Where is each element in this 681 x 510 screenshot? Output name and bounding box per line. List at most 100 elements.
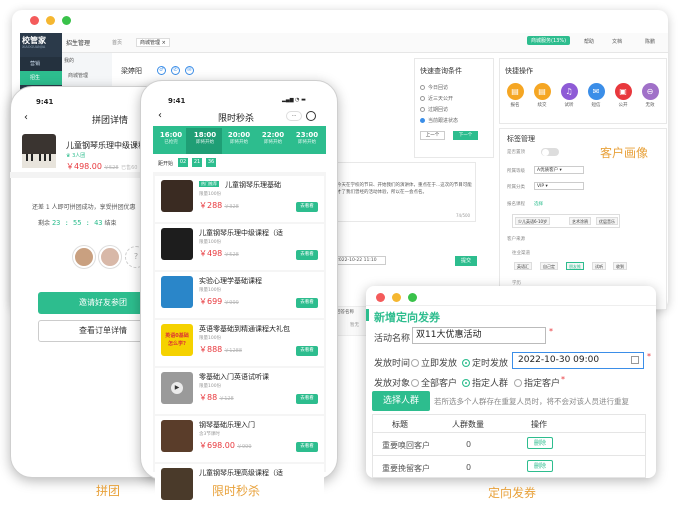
date-input[interactable]: 2022-10-22 11:10 — [334, 256, 386, 265]
sold-count: 已售60 — [121, 165, 138, 171]
time-tab[interactable]: 16:00 已抢完 — [156, 131, 186, 145]
quick-action[interactable]: ▤ 报名 — [506, 83, 524, 108]
radio-specified-group[interactable]: 指定人群 — [462, 376, 508, 389]
channel-tag[interactable]: 自己定 — [540, 262, 558, 270]
select-group-button[interactable]: 选择人群 — [372, 391, 430, 411]
help-link[interactable]: 帮助 — [584, 38, 594, 45]
product-row[interactable]: 钢琴基础乐理入门 含3节课时 ￥698.00 ￥999 去看看 — [155, 416, 324, 462]
activity-name-input[interactable]: 双11大优惠活动 — [412, 327, 546, 344]
product-name: 钢琴基础乐理入门 — [199, 421, 255, 429]
radio-immediate[interactable]: 立即发放 — [411, 356, 457, 369]
doc-link[interactable]: 文档 — [612, 38, 622, 45]
countdown-minutes: 21 — [192, 158, 202, 167]
quick-action-label: 无效 — [645, 103, 655, 108]
more-icon[interactable]: ··· — [286, 111, 302, 121]
course-tag[interactable]: 艺术涂鸦 — [569, 217, 591, 225]
product-thumb: 英语0基础 怎么学? — [161, 324, 193, 356]
time-tab[interactable]: 23:00 即将开始 — [292, 131, 322, 145]
product-meta: 限量100份 — [199, 288, 222, 293]
level-select[interactable]: A优质客户 ▾ — [534, 166, 584, 174]
tab-label: 商城管理 — [140, 40, 161, 46]
channel-tag[interactable]: 收到 — [613, 262, 627, 270]
quick-action[interactable]: ▣ 公开 — [614, 83, 632, 108]
delete-button[interactable]: 删除 — [527, 437, 553, 449]
maximize-dot[interactable] — [62, 16, 71, 25]
phone-icon[interactable]: ✆ — [171, 66, 180, 75]
channel-tag[interactable]: 试听 — [592, 262, 606, 270]
quick-action[interactable]: ▤ 续交 — [533, 83, 551, 108]
course-tag[interactable]: 优层音乐 — [596, 217, 618, 225]
go-see-button[interactable]: 去看看 — [296, 442, 318, 452]
product-row[interactable]: 实验心理学基础课程 限量100份 ￥699 ￥999 去看看 — [155, 272, 324, 318]
time-tab[interactable]: 18:00 即将开始 — [190, 131, 220, 145]
query-option[interactable]: 今日回访 — [420, 84, 448, 91]
quick-action[interactable]: ✉ 短信 — [587, 83, 605, 108]
product-row[interactable]: ▶ 零基础入门英语试听课 限量100份 ￥88 ￥128 去看看 — [155, 368, 324, 414]
caption-group: 拼团 — [96, 484, 121, 498]
service-status[interactable]: 商城服务(13%) — [527, 36, 571, 45]
price-value: ￥699 — [199, 297, 223, 306]
pin-toggle[interactable] — [541, 148, 559, 156]
go-see-button[interactable]: 去看看 — [296, 202, 318, 212]
tab-mall[interactable]: 商城管理 × — [136, 38, 170, 47]
radio-scheduled[interactable]: 定时发放 — [462, 356, 508, 369]
close-circle-icon[interactable] — [306, 111, 316, 121]
product-meta: 限量100份 — [199, 384, 222, 389]
time-label: 发放时间 — [374, 359, 411, 369]
tab-home[interactable]: 首页 — [112, 39, 122, 46]
delete-button[interactable]: 删除 — [527, 460, 553, 472]
sub-nav-mall[interactable]: 商城管理 — [68, 72, 88, 79]
back-icon[interactable]: ‹ — [24, 112, 28, 123]
minus-icon: ⊖ — [641, 83, 659, 100]
query-option[interactable]: 近三天公开 — [420, 95, 453, 102]
prev-button[interactable]: 上一个 — [420, 131, 445, 140]
original-price: ￥328 — [224, 204, 239, 210]
time-tab[interactable]: 20:00 即将开始 — [224, 131, 254, 145]
go-see-button[interactable]: 去看看 — [296, 298, 318, 308]
product-row[interactable]: 英语0基础 怎么学? 英语零基础到精通课程大礼包 限量100份 ￥888 ￥1288 去看看 — [155, 320, 324, 366]
sub-nav-mine[interactable]: 我的 — [64, 57, 74, 64]
back-icon[interactable]: ‹ — [158, 110, 162, 121]
quick-action-label: 续交 — [537, 103, 547, 108]
user-name[interactable]: 陈鹏 — [645, 38, 655, 45]
close-dot[interactable] — [376, 293, 385, 302]
quick-action[interactable]: ⊖ 无效 — [641, 83, 659, 108]
page-title: 限时秒杀 — [218, 114, 255, 124]
query-option[interactable]: 过期回访 — [420, 106, 448, 113]
person-icon[interactable]: ♂ — [157, 66, 166, 75]
category-select[interactable]: VIP ▾ — [534, 182, 584, 190]
radio-all-customers[interactable]: 全部客户 — [411, 376, 457, 389]
product-price: ￥699 ￥999 — [199, 296, 239, 307]
message-icon[interactable]: ✉ — [185, 66, 194, 75]
quick-action[interactable]: ♫ 试听 — [560, 83, 578, 108]
go-see-button[interactable]: 去看看 — [296, 394, 318, 404]
schedule-date-input[interactable]: 2022-10-30 09:00 — [512, 352, 644, 369]
next-button[interactable]: 下一个 — [453, 131, 478, 140]
minimize-dot[interactable] — [46, 16, 55, 25]
choose-course-link[interactable]: 选择 — [534, 201, 543, 207]
query-option[interactable]: 当前跟进状态 — [420, 117, 458, 124]
go-see-button[interactable]: 去看看 — [296, 250, 318, 260]
tab-status: 即将开始 — [264, 140, 282, 145]
go-see-button[interactable]: 去看看 — [296, 346, 318, 356]
channel-tag[interactable]: 英语汇 — [514, 262, 532, 270]
submit-button[interactable]: 提交 — [455, 256, 477, 266]
radio-icon — [420, 85, 425, 90]
calendar-icon[interactable] — [631, 356, 639, 364]
close-dot[interactable] — [30, 16, 39, 25]
product-row[interactable]: 儿童钢琴乐理中级课程（适 限量100份 ￥498 ￥528 去看看 — [155, 224, 324, 270]
time-tab[interactable]: 22:00 即将开始 — [258, 131, 288, 145]
radio-specified-customer[interactable]: 指定客户 — [514, 376, 560, 389]
minimize-dot[interactable] — [392, 293, 401, 302]
target-label: 发放对象 — [374, 379, 411, 389]
sidebar-item-enroll[interactable]: 招生 — [20, 71, 62, 85]
sidebar-item-marketing[interactable]: 营销 — [20, 57, 62, 71]
maximize-dot[interactable] — [408, 293, 417, 302]
signal-icon: ▂▄▆ ◔ ▬ — [282, 97, 306, 103]
mail-icon: ✉ — [587, 83, 605, 100]
course-tag[interactable]: 少儿英语6-10岁 — [515, 217, 551, 225]
radio-icon — [462, 359, 470, 367]
product-row[interactable]: 热门推荐 儿童钢琴乐理基础 限量100份 ￥288 ￥328 去看看 — [155, 176, 324, 222]
row-title: 重要唤回客户 — [382, 441, 430, 450]
channel-tag[interactable]: 朋友推 — [566, 262, 584, 270]
